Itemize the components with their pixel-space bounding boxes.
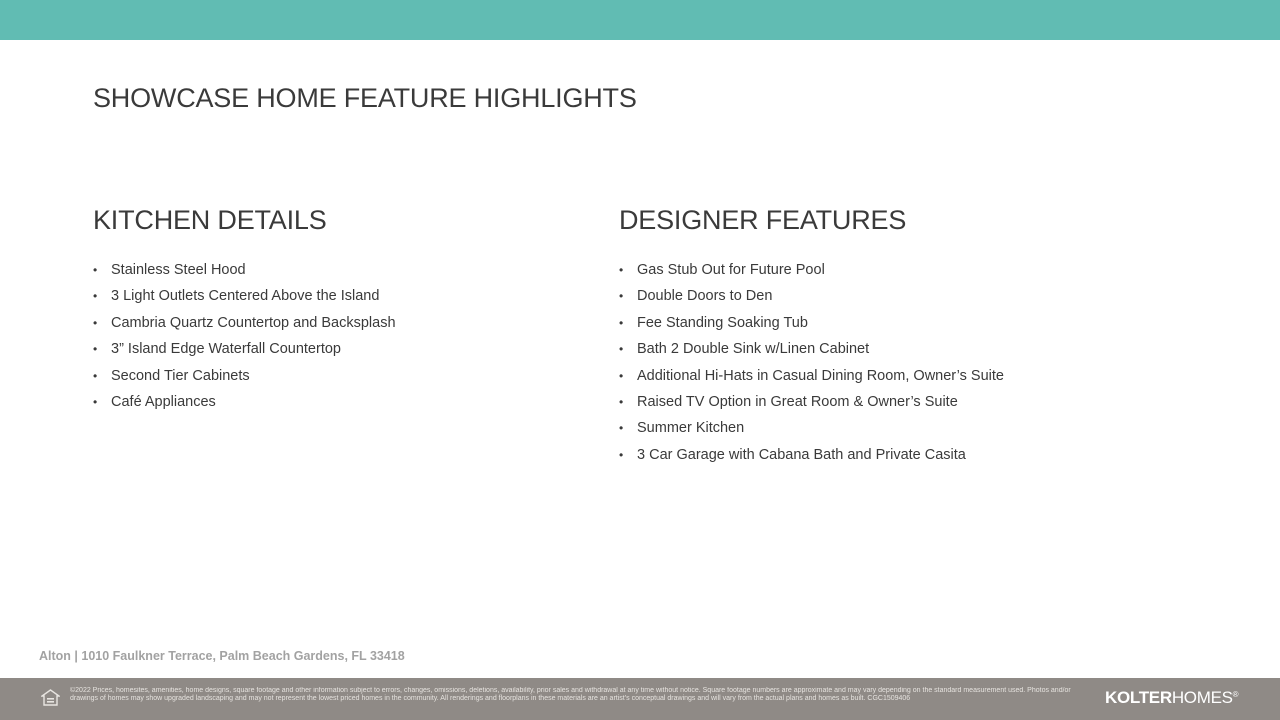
list-item: • Raised TV Option in Great Room & Owner’… <box>619 389 1179 415</box>
registered-mark: ® <box>1232 690 1239 699</box>
list-item-text: Second Tier Cabinets <box>111 367 250 384</box>
designer-features-list: • Gas Stub Out for Future Pool • Double Doo… <box>619 257 1179 468</box>
list-item: • Café Appliances <box>93 389 573 415</box>
list-item: • Gas Stub Out for Future Pool <box>619 257 1179 283</box>
bullet-dot: • <box>619 263 624 277</box>
bullet-dot: • <box>93 315 98 330</box>
equal-housing-opportunity-icon <box>41 689 60 706</box>
designer-features-title: DESIGNER FEATURES <box>619 205 907 235</box>
page-title: SHOWCASE HOME FEATURE HIGHLIGHTS <box>93 83 637 113</box>
list-item: • Double Doors to Den <box>619 283 1179 309</box>
list-item-text: 3 Light Outlets Centered Above the Islan… <box>111 288 380 305</box>
list-item-text: Double Doors to Den <box>637 288 773 305</box>
bullet-dot: • <box>93 368 98 383</box>
bullet-dot: • <box>619 368 624 383</box>
bullet-dot: • <box>619 447 624 462</box>
list-item-text: Café Appliances <box>111 394 216 411</box>
list-item: • Summer Kitchen <box>619 415 1179 441</box>
bullet-dot: • <box>619 395 624 410</box>
list-item: • Fee Standing Soaking Tub <box>619 310 1179 336</box>
list-item-text: Stainless Steel Hood <box>111 262 246 278</box>
bullet-dot: • <box>619 289 624 304</box>
bullet-dot: • <box>93 342 98 357</box>
list-item-text: Bath 2 Double Sink w/Linen Cabinet <box>637 341 870 358</box>
list-item-text: Raised TV Option in Great Room & Owner’s… <box>637 394 958 411</box>
list-item: • 3 Light Outlets Centered Above the Isla… <box>93 283 573 309</box>
list-item-text: 3” Island Edge Waterfall Countertop <box>111 341 341 358</box>
footer-band: ©2022 Prices, homesites, amenities, home… <box>0 678 1280 720</box>
bullet-dot: • <box>93 289 98 304</box>
list-item-text: Fee Standing Soaking Tub <box>637 314 808 331</box>
bullet-dot: • <box>93 263 98 277</box>
list-item: • Additional Hi-Hats in Casual Dining Roo… <box>619 363 1179 389</box>
list-item-text: Gas Stub Out for Future Pool <box>637 262 825 278</box>
kitchen-details-title: KITCHEN DETAILS <box>93 205 327 235</box>
list-item: • 3” Island Edge Waterfall Countertop <box>93 336 573 362</box>
list-item-text: Cambria Quartz Countertop and Backsplash <box>111 314 396 331</box>
top-band <box>0 0 1280 40</box>
brand-light-text: HOMES <box>1171 688 1233 707</box>
bullet-dot: • <box>619 421 624 436</box>
bullet-dot: • <box>93 395 98 410</box>
designer-features-section: DESIGNER FEATURES • Gas Stub Out for Futu… <box>619 203 1179 468</box>
list-item-text: Additional Hi-Hats in Casual Dining Room… <box>637 367 1004 384</box>
list-item: • Second Tier Cabinets <box>93 363 573 389</box>
kitchen-details-section: KITCHEN DETAILS • Stainless Steel Hood • 3 … <box>93 203 573 415</box>
list-item: • Cambria Quartz Countertop and Backsplas… <box>93 310 573 336</box>
list-item: • 3 Car Garage with Cabana Bath and Priva… <box>619 442 1179 468</box>
kitchen-details-list: • Stainless Steel Hood • 3 Light Outlets Ce… <box>93 257 573 415</box>
brand-bold-text: KOLTER <box>1105 688 1172 707</box>
bullet-dot: • <box>619 342 624 357</box>
kolter-homes-logo: KOLTERHOMES® <box>1105 688 1239 708</box>
list-item: • Stainless Steel Hood <box>93 257 573 283</box>
bullet-dot: • <box>619 315 624 330</box>
list-item-text: 3 Car Garage with Cabana Bath and Privat… <box>637 446 966 463</box>
legal-disclaimer: ©2022 Prices, homesites, amenities, home… <box>70 687 1071 703</box>
property-address: Alton | 1010 Faulkner Terrace, Palm Beac… <box>39 649 405 663</box>
list-item: • Bath 2 Double Sink w/Linen Cabinet <box>619 336 1179 362</box>
list-item-text: Summer Kitchen <box>637 420 745 437</box>
